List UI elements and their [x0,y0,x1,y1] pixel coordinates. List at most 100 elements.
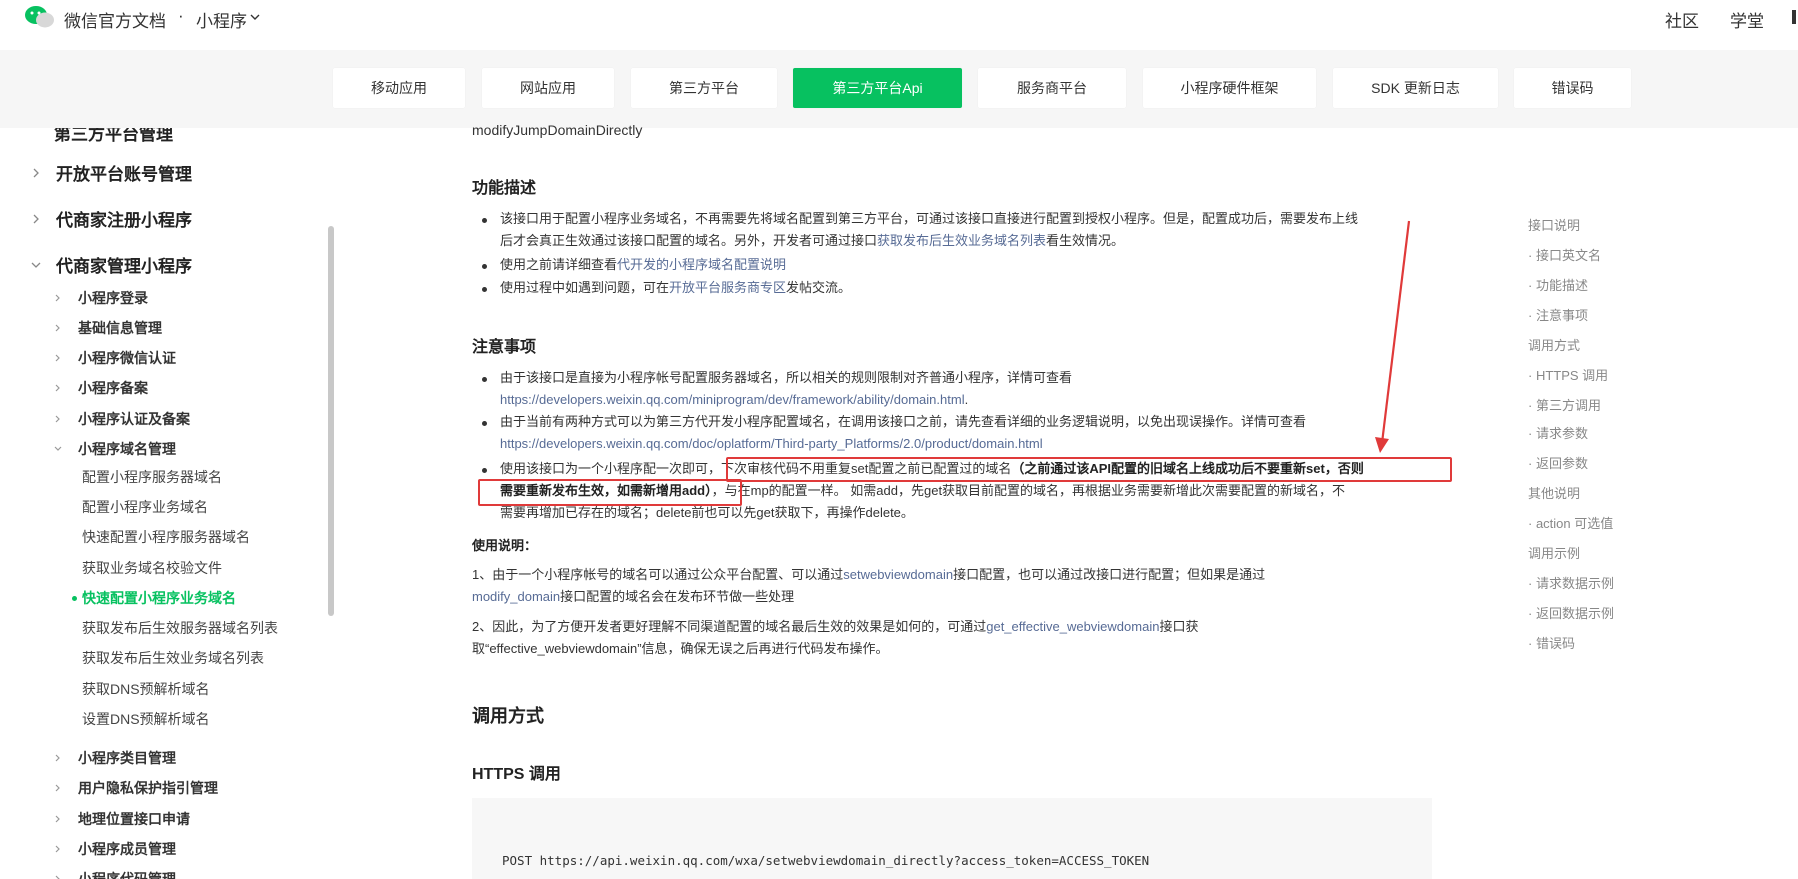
sidebar-item-effective-business-domain-list[interactable]: 获取发布后生效业务域名列表 [82,648,264,668]
text: 使用该接口为一个小程序配一次即可， [500,461,722,476]
toc-item-request-params[interactable]: · 请求参数 [1528,423,1588,442]
chevron-right-icon [30,167,42,179]
sidebar-item-code-mgmt[interactable]: 小程序代码管理 [52,869,176,879]
sidebar-item-category-mgmt[interactable]: 小程序类目管理 [52,748,176,768]
toc-item-action-values[interactable]: · action 可选值 [1528,513,1613,532]
toc-item-notes[interactable]: · 注意事项 [1528,305,1588,324]
sidebar-item-quick-server-domain[interactable]: 快速配置小程序服务器域名 [82,527,250,547]
text: ，与在mp的配置一样。 如需add，先get获取目前配置的域名，再根据业务需要新… [711,483,1346,498]
sidebar-item-quick-business-domain[interactable]: 快速配置小程序业务域名 [72,588,236,608]
sidebar-item-set-dns-prefetch[interactable]: 设置DNS预解析域名 [82,709,210,729]
text: 接口获 [1159,619,1199,634]
oplatform-domain-doc-link[interactable]: https://developers.weixin.qq.com/doc/opl… [500,436,1043,451]
tab-third-party-api[interactable]: 第三方平台Api [793,68,962,108]
bullet-icon [482,468,487,473]
bullet-icon [482,287,487,292]
toc-item-api-name[interactable]: · 接口英文名 [1528,245,1601,264]
sidebar-item-label: 用户隐私保护指引管理 [78,780,218,796]
sidebar-item-login[interactable]: 小程序登录 [52,288,148,308]
sidebar-item-clipped[interactable]: 第三方平台管理 [54,128,173,145]
sidebar-item-domain-mgmt[interactable]: 小程序域名管理 [52,439,176,459]
sidebar-item-get-dns-prefetch[interactable]: 获取DNS预解析域名 [82,679,210,699]
note-1-line2: https://developers.weixin.qq.com/minipro… [500,389,968,411]
chevron-down-icon [52,443,64,455]
sidebar-item-manage-miniprogram[interactable]: 代商家管理小程序 [30,252,192,277]
effective-domain-list-link[interactable]: 获取发布后生效业务域名列表 [877,233,1046,248]
modify-domain-link[interactable]: modify_domain [472,589,560,604]
sidebar-item-label: 基础信息管理 [78,320,162,336]
product-switcher[interactable]: 小程序 [196,7,247,32]
sidebar-item-label: 快速配置小程序业务域名 [82,590,236,606]
tab-service-provider[interactable]: 服务商平台 [978,68,1126,108]
sidebar-item-label: 小程序微信认证 [78,350,176,366]
bullet-icon [482,421,487,426]
domain-config-guide-link[interactable]: 代开发的小程序域名配置说明 [617,257,786,272]
sidebar-item-label: 小程序成员管理 [78,841,176,857]
usage-1-line2: modify_domain接口配置的域名会在发布环节做一些处理 [472,586,794,608]
chevron-right-icon [52,413,64,425]
tab-third-party-platform[interactable]: 第三方平台 [631,68,777,108]
chevron-down-icon[interactable] [250,12,260,22]
sidebar-item-privacy-guide[interactable]: 用户隐私保护指引管理 [52,778,218,798]
text: 使用之前请详细查看 [500,257,618,272]
sidebar-item-wechat-verify[interactable]: 小程序微信认证 [52,348,176,368]
sidebar-item-config-server-domain[interactable]: 配置小程序服务器域名 [82,467,222,487]
nav-community[interactable]: 社区 [1665,7,1699,32]
feature-bullet-2: 使用之前请详细查看代开发的小程序域名配置说明 [500,254,786,276]
usage-2-line1: 2、因此，为了方便开发者更好理解不同渠道配置的域名最后生效的效果是如何的，可通过… [472,616,1198,638]
toc-item-other[interactable]: 其他说明 [1528,483,1580,502]
toc-item-third-party-call[interactable]: · 第三方调用 [1528,395,1601,414]
bullet-icon [482,218,487,223]
wechat-logo-icon[interactable] [24,4,56,30]
sidebar-item-label: 小程序类目管理 [78,750,176,766]
chevron-right-icon [52,782,64,794]
category-tabs: 移动应用 网站应用 第三方平台 第三方平台Api 服务商平台 小程序硬件框架 S… [0,50,1798,128]
text: 看生效情况。 [1046,233,1125,248]
note-2-line2: https://developers.weixin.qq.com/doc/opl… [500,433,1043,455]
sidebar-item-config-business-domain[interactable]: 配置小程序业务域名 [82,497,208,517]
section-https-title: HTTPS 调用 [472,766,561,783]
toc-item-call[interactable]: 调用方式 [1528,335,1580,354]
tab-hardware-framework[interactable]: 小程序硬件框架 [1143,68,1316,108]
sidebar-item-label: 小程序登录 [78,290,148,306]
toc-item-request-example[interactable]: · 请求数据示例 [1528,573,1614,592]
sidebar-item-filing[interactable]: 小程序备案 [52,378,148,398]
chevron-down-icon [30,259,42,271]
brand-separator: · [178,6,184,25]
sidebar-item-location-api[interactable]: 地理位置接口申请 [52,809,190,829]
sidebar-item-label: 代商家管理小程序 [56,257,192,276]
sidebar-item-register-miniprogram[interactable]: 代商家注册小程序 [30,206,192,231]
tab-error-codes[interactable]: 错误码 [1514,68,1631,108]
sidebar-scrollbar[interactable] [328,226,334,616]
setwebviewdomain-link[interactable]: setwebviewdomain [843,567,953,582]
sidebar-item-effective-server-domain-list[interactable]: 获取发布后生效服务器域名列表 [82,618,278,638]
toc-item-examples[interactable]: 调用示例 [1528,543,1580,562]
sidebar-item-member-mgmt[interactable]: 小程序成员管理 [52,839,176,859]
provider-forum-link[interactable]: 开放平台服务商专区 [669,280,786,295]
nav-learn[interactable]: 学堂 [1730,7,1764,32]
brand-title[interactable]: 微信官方文档 [64,7,166,32]
toc-item-overview[interactable]: 接口说明 [1528,215,1580,234]
sidebar-item-account-mgmt[interactable]: 开放平台账号管理 [30,160,192,185]
section-notes-title: 注意事项 [472,339,537,356]
text: 接口配置的域名会在发布环节做一些处理 [560,589,795,604]
toc-item-feature[interactable]: · 功能描述 [1528,275,1588,294]
tab-sdk-changelog[interactable]: SDK 更新日志 [1333,68,1498,108]
feature-bullet-3: 使用过程中如遇到问题，可在开放平台服务商专区发帖交流。 [500,277,851,299]
toc-item-error-codes[interactable]: · 错误码 [1528,633,1575,652]
toc-item-response-example[interactable]: · 返回数据示例 [1528,603,1614,622]
sidebar-item-domain-verify-file[interactable]: 获取业务域名校验文件 [82,558,222,578]
miniprogram-domain-doc-link[interactable]: https://developers.weixin.qq.com/minipro… [500,392,965,407]
sidebar-item-basic-info[interactable]: 基础信息管理 [52,318,162,338]
chevron-right-icon [52,382,64,394]
sidebar-item-verify-and-filing[interactable]: 小程序认证及备案 [52,409,190,429]
toc-item-https[interactable]: · HTTPS 调用 [1528,365,1608,384]
tab-website-app[interactable]: 网站应用 [482,68,614,108]
get-effective-webviewdomain-link[interactable]: get_effective_webviewdomain [986,619,1159,634]
toc-item-return-params[interactable]: · 返回参数 [1528,453,1588,472]
chevron-right-icon [52,292,64,304]
sidebar-item-label: 开放平台账号管理 [56,165,192,184]
tab-mobile-app[interactable]: 移动应用 [333,68,465,108]
sidebar-item-label: 小程序代码管理 [78,871,176,879]
text: 发帖交流。 [786,280,852,295]
